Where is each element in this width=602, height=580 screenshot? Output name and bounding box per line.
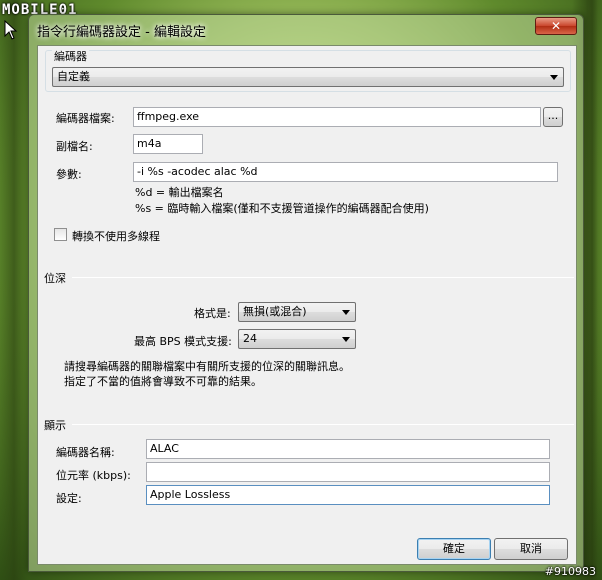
max-bps-label: 最高 BPS 模式支援:: [134, 335, 232, 348]
encoder-preset-value: 自定義: [57, 70, 90, 83]
encoder-group-caption: 編碼器: [52, 48, 89, 64]
chevron-down-icon: [342, 337, 350, 342]
extension-label: 副檔名:: [56, 140, 93, 153]
ok-button[interactable]: 確定: [417, 538, 491, 560]
hint-output-file: %d = 輸出檔案名: [135, 186, 224, 199]
encoder-name-input[interactable]: ALAC: [146, 439, 550, 459]
format-value: 無損(或混合): [243, 305, 307, 318]
tree-trunk: [586, 0, 598, 580]
close-button[interactable]: ✕: [535, 17, 577, 35]
setting-input[interactable]: Apple Lossless: [146, 485, 550, 505]
window-title: 指令行編碼器設定 - 編輯設定: [37, 25, 206, 40]
params-label: 參數:: [56, 168, 82, 181]
display-divider: [72, 424, 574, 425]
bitdepth-divider: [72, 277, 574, 278]
mouse-cursor-icon: [4, 20, 18, 40]
bitrate-input[interactable]: [146, 462, 550, 482]
encoder-file-label: 編碼器檔案:: [56, 112, 115, 125]
max-bps-value: 24: [243, 332, 257, 345]
title-bar[interactable]: 指令行編碼器設定 - 編輯設定 ✕: [29, 15, 583, 45]
tree-trunk: [0, 0, 28, 580]
dialog-body: 編碼器 自定義 編碼器檔案: ffmpeg.exe ... 副檔名: m4a 參…: [37, 45, 577, 565]
dialog-window: 指令行編碼器設定 - 編輯設定 ✕ 編碼器 自定義 編碼器檔案: ffmpeg.…: [28, 14, 584, 572]
close-icon: ✕: [550, 19, 562, 33]
encoder-name-label: 編碼器名稱:: [56, 446, 115, 459]
display-caption: 顯示: [44, 419, 66, 432]
encoder-file-input[interactable]: ffmpeg.exe: [133, 107, 541, 127]
cancel-button[interactable]: 取消: [494, 538, 568, 560]
no-multithread-label: 轉換不使用多線程: [72, 230, 160, 243]
bitdepth-note-2: 指定了不當的值將會導致不可靠的結果。: [64, 375, 262, 388]
chevron-down-icon: [342, 310, 350, 315]
no-multithread-checkbox[interactable]: [54, 228, 67, 241]
bitrate-label: 位元率 (kbps):: [56, 469, 131, 482]
max-bps-select[interactable]: 24: [238, 329, 356, 349]
params-input[interactable]: -i %s -acodec alac %d: [133, 162, 558, 182]
browse-button[interactable]: ...: [543, 107, 563, 127]
bitdepth-caption: 位深: [44, 272, 66, 285]
bitdepth-note-1: 請搜尋編碼器的關聯檔案中有關所支援的位深的關聯訊息。: [64, 360, 350, 373]
setting-label: 設定:: [56, 492, 82, 505]
watermark-id: #910983: [544, 565, 596, 578]
chevron-down-icon: [550, 75, 558, 80]
hint-temp-input: %s = 臨時輸入檔案(僅和不支援管道操作的編碼器配合使用): [135, 202, 429, 215]
format-label: 格式是:: [194, 307, 231, 320]
extension-input[interactable]: m4a: [133, 134, 203, 154]
format-select[interactable]: 無損(或混合): [238, 302, 356, 322]
encoder-preset-select[interactable]: 自定義: [52, 67, 564, 87]
